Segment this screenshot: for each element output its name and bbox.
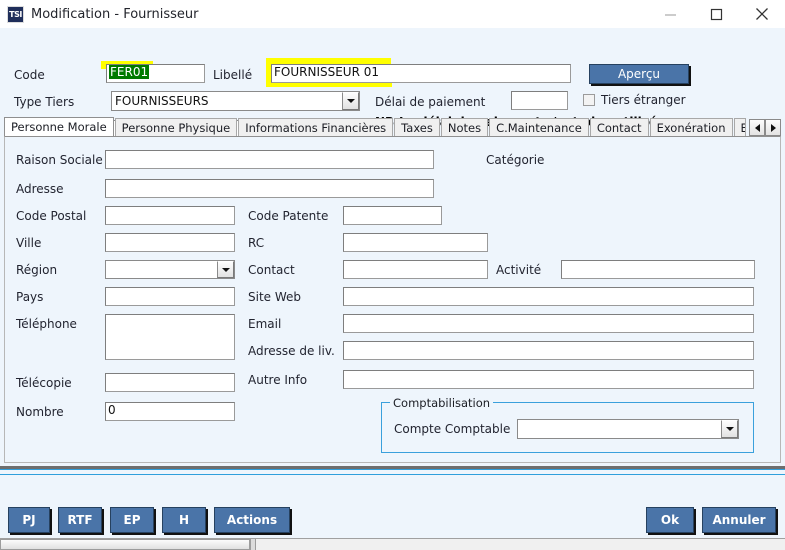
scrollbar-grip[interactable] xyxy=(250,539,256,550)
window-title: Modification - Fournisseur xyxy=(31,7,199,22)
pays-label: Pays xyxy=(16,290,43,304)
scroll-left-icon[interactable] xyxy=(749,119,765,136)
adresse-livraison-label: Adresse de liv. xyxy=(248,344,335,358)
footer-bar: PJ RTF EP H Actions Ok Annuler xyxy=(0,469,785,538)
window-controls xyxy=(647,0,785,28)
code-input-value: FER01 xyxy=(109,65,149,79)
region-label: Région xyxy=(16,263,57,277)
code-postal-label: Code Postal xyxy=(16,209,86,223)
ville-input[interactable] xyxy=(105,233,235,252)
contact-label: Contact xyxy=(248,263,295,277)
tsi-app-icon: TSI xyxy=(7,6,24,23)
site-web-input[interactable] xyxy=(343,287,754,306)
raison-sociale-label: Raison Sociale xyxy=(16,153,103,167)
code-postal-input[interactable] xyxy=(105,206,235,225)
code-label: Code xyxy=(14,68,45,82)
tab-informations-financieres[interactable]: Informations Financières xyxy=(238,118,393,136)
telephone-input[interactable] xyxy=(105,314,235,360)
adresse-input[interactable] xyxy=(105,179,434,198)
maximize-button[interactable] xyxy=(693,0,739,28)
tab-contact[interactable]: Contact xyxy=(590,118,649,136)
chevron-down-icon[interactable] xyxy=(217,261,234,278)
autre-info-label: Autre Info xyxy=(248,373,307,387)
autre-info-input[interactable] xyxy=(343,370,754,389)
delai-paiement-input[interactable] xyxy=(511,91,568,110)
tab-taxes[interactable]: Taxes xyxy=(394,118,440,136)
activite-input[interactable] xyxy=(561,260,755,279)
categorie-label: Catégorie xyxy=(486,153,544,167)
tab-notes[interactable]: Notes xyxy=(441,118,488,136)
site-web-label: Site Web xyxy=(248,290,301,304)
h-button[interactable]: H xyxy=(162,507,206,533)
raison-sociale-input[interactable] xyxy=(105,150,434,169)
rc-label: RC xyxy=(248,236,264,250)
pays-input[interactable] xyxy=(105,287,235,306)
type-tiers-select[interactable]: FOURNISSEURS xyxy=(111,91,360,111)
apercu-button[interactable]: Aperçu xyxy=(589,64,689,84)
chevron-down-icon[interactable] xyxy=(342,92,359,110)
tab-exonere-partial[interactable]: Exoné xyxy=(734,118,747,136)
tiers-etranger-checkbox[interactable]: Tiers étranger xyxy=(583,93,686,107)
telephone-label: Téléphone xyxy=(16,317,77,331)
comptabilisation-group: Comptabilisation Compte Comptable xyxy=(381,402,754,453)
tab-c-maintenance[interactable]: C.Maintenance xyxy=(489,118,589,136)
scroll-right-icon[interactable] xyxy=(765,119,781,136)
comptabilisation-group-title: Comptabilisation xyxy=(390,396,493,410)
tab-strip: Personne Morale Personne Physique Inform… xyxy=(4,117,781,136)
cancel-button[interactable]: Annuler xyxy=(702,507,776,533)
minimize-button[interactable] xyxy=(647,0,693,28)
tiers-etranger-label: Tiers étranger xyxy=(601,93,686,107)
nombre-input[interactable]: 0 xyxy=(105,402,235,421)
header-form: Code FER01 Libellé FOURNISSEUR 01 Aperçu… xyxy=(0,28,785,112)
telecopie-input[interactable] xyxy=(105,373,235,392)
compte-comptable-label: Compte Comptable xyxy=(394,422,510,436)
modification-fournisseur-window: TSI Modification - Fournisseur Code FER0… xyxy=(0,0,785,550)
tab-personne-physique[interactable]: Personne Physique xyxy=(115,118,238,136)
region-select[interactable] xyxy=(105,260,235,279)
pj-button[interactable]: PJ xyxy=(8,507,50,533)
title-bar: TSI Modification - Fournisseur xyxy=(0,0,785,28)
footer-accent-line xyxy=(0,474,785,475)
ok-button[interactable]: Ok xyxy=(646,507,694,533)
scrollbar-thumb[interactable] xyxy=(0,539,250,550)
code-patente-label: Code Patente xyxy=(248,209,328,223)
ville-label: Ville xyxy=(16,236,41,250)
tab-exoneration[interactable]: Exonération xyxy=(650,118,733,136)
horizontal-scrollbar[interactable] xyxy=(0,538,785,550)
close-button[interactable] xyxy=(739,0,785,28)
tab-personne-morale[interactable]: Personne Morale xyxy=(4,117,114,136)
contact-input[interactable] xyxy=(343,260,488,279)
chevron-down-icon[interactable] xyxy=(721,420,738,438)
tab-scroll-buttons xyxy=(749,119,781,136)
telecopie-label: Télécopie xyxy=(16,376,72,390)
email-input[interactable] xyxy=(343,314,754,333)
nombre-label: Nombre xyxy=(16,405,64,419)
libelle-input[interactable]: FOURNISSEUR 01 xyxy=(271,64,571,83)
actions-button[interactable]: Actions xyxy=(214,507,290,533)
personne-morale-panel: Raison Sociale Adresse Code Postal Ville… xyxy=(4,136,781,463)
delai-paiement-label: Délai de paiement xyxy=(375,95,485,109)
type-tiers-label: Type Tiers xyxy=(14,95,74,109)
code-patente-input[interactable] xyxy=(343,206,442,225)
rtf-button[interactable]: RTF xyxy=(58,507,102,533)
email-label: Email xyxy=(248,317,281,331)
compte-comptable-select[interactable] xyxy=(517,419,739,439)
checkbox-box-icon[interactable] xyxy=(583,94,595,106)
libelle-label: Libellé xyxy=(213,68,252,82)
activite-label: Activité xyxy=(496,263,541,277)
type-tiers-value: FOURNISSEURS xyxy=(115,94,342,108)
adresse-livraison-input[interactable] xyxy=(343,341,754,360)
code-input[interactable]: FER01 xyxy=(106,64,205,83)
ep-button[interactable]: EP xyxy=(110,507,154,533)
adresse-label: Adresse xyxy=(16,182,64,196)
rc-input[interactable] xyxy=(343,233,488,252)
